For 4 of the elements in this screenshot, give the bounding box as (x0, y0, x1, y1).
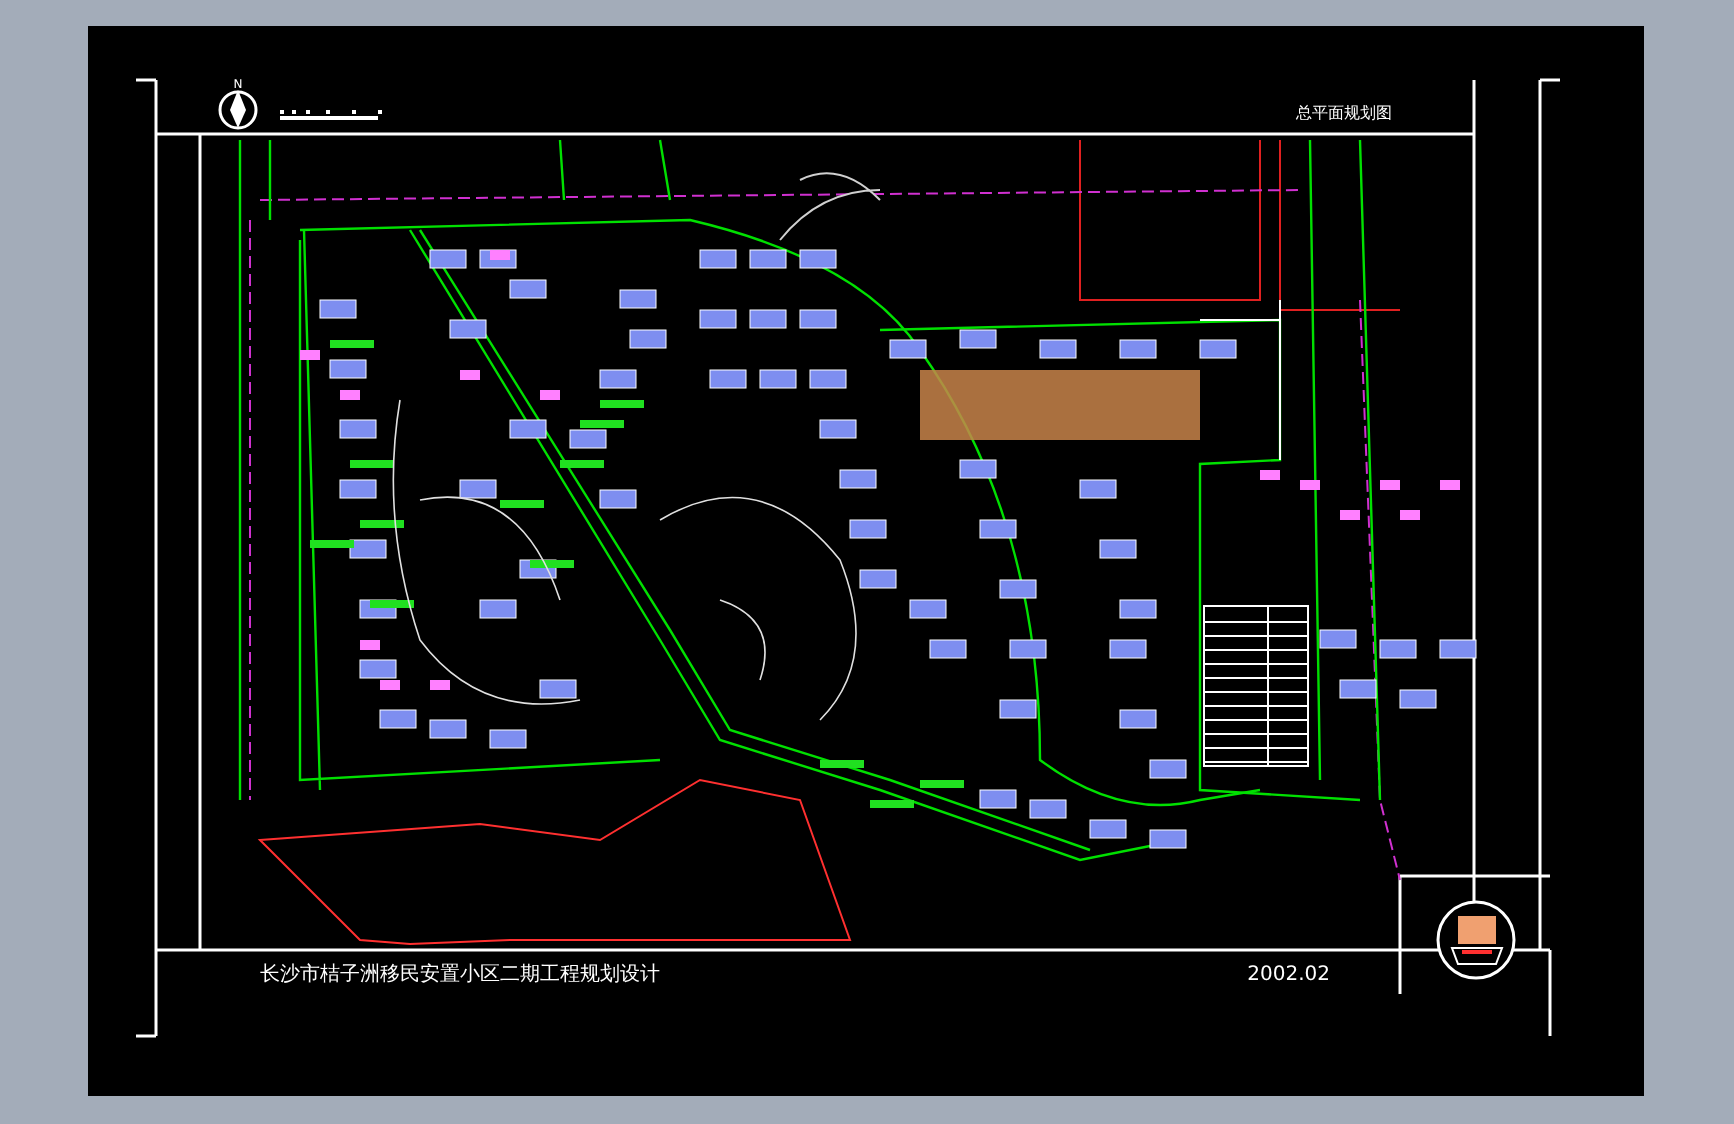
sheet-title: 总平面规划图 (1296, 104, 1392, 122)
drawing-date: 2002.02 (1247, 964, 1330, 986)
scale-bar-icon (280, 110, 382, 120)
project-title: 长沙市桔子洲移民安置小区二期工程规划设计 (260, 964, 660, 986)
